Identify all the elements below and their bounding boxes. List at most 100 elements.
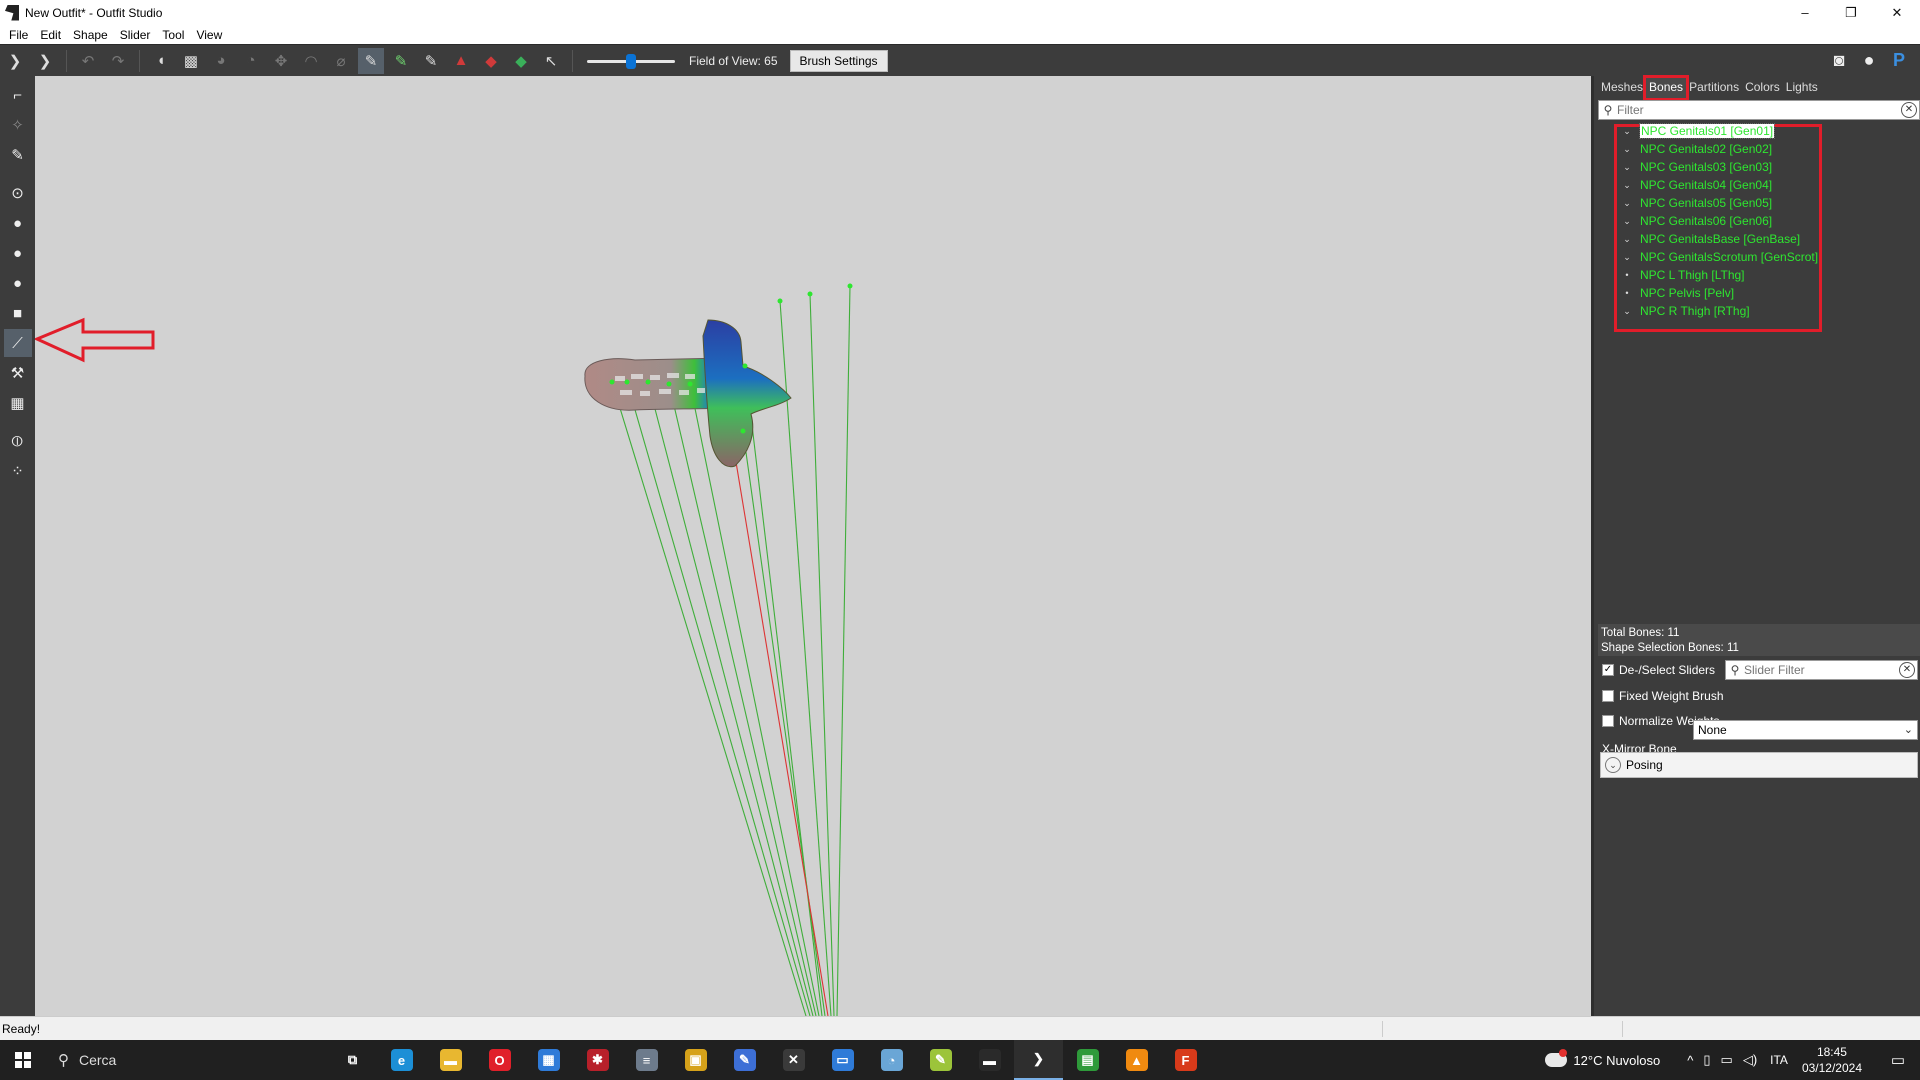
bone-row[interactable]: ⌄ NPC Genitals04 [Gen04] — [1620, 176, 1772, 194]
vlc-taskbar-button[interactable]: ▲ — [1112, 1040, 1161, 1080]
tab-meshes[interactable]: Meshes — [1598, 78, 1646, 98]
3d-viewport[interactable] — [35, 76, 1591, 1016]
bone-expand-icon[interactable]: ⌄ — [1620, 198, 1634, 209]
cube-icon[interactable]: ■ — [4, 299, 32, 327]
undo-icon[interactable]: ↶ — [75, 48, 101, 74]
slider-filter-input[interactable] — [1744, 663, 1899, 677]
pivot-icon[interactable]: ✧ — [4, 111, 32, 139]
language-indicator[interactable]: ITA — [1770, 1053, 1788, 1067]
edge-taskbar-button[interactable]: e — [377, 1040, 426, 1080]
collapse-vertex-icon[interactable]: ▲ — [448, 48, 474, 74]
bone-row[interactable]: ⌄ NPC GenitalsBase [GenBase] — [1620, 230, 1800, 248]
taskbar-search[interactable]: ⚲ Cerca — [46, 1040, 328, 1080]
app-notepad-taskbar-button[interactable]: ≡ — [622, 1040, 671, 1080]
app-green-taskbar-button[interactable]: ▤ — [1063, 1040, 1112, 1080]
transform-icon[interactable]: ⌐ — [4, 81, 32, 109]
menu-file[interactable]: File — [3, 28, 34, 42]
close-button[interactable]: ✕ — [1874, 0, 1920, 25]
vertex-select-icon[interactable]: ⊙ — [4, 179, 32, 207]
bone-row[interactable]: ⌄ NPC GenitalsScrotum [GenScrot] — [1620, 248, 1818, 266]
select-brush-icon[interactable]: ◖ — [148, 48, 174, 74]
task-view-taskbar-button[interactable]: ⧉ — [328, 1040, 377, 1080]
app-yellow-taskbar-button[interactable]: ▣ — [671, 1040, 720, 1080]
tab-lights[interactable]: Lights — [1783, 78, 1821, 98]
bone-expand-icon[interactable]: ⌄ — [1620, 144, 1634, 155]
bone-expand-icon[interactable]: ⌄ — [1620, 306, 1634, 317]
app-f-taskbar-button[interactable]: F — [1161, 1040, 1210, 1080]
bone-expand-icon[interactable]: ⌄ — [1620, 126, 1634, 137]
redo-icon[interactable]: ↷ — [105, 48, 131, 74]
app-blue-taskbar-button[interactable]: ▭ — [818, 1040, 867, 1080]
sphere-large-icon[interactable]: ● — [4, 209, 32, 237]
battery-icon[interactable]: ▯ — [1703, 1052, 1710, 1068]
mask-brush-icon[interactable]: ▩ — [178, 48, 204, 74]
pointer-icon[interactable]: ↖ — [538, 48, 564, 74]
smooth-brush-icon[interactable]: ◠ — [298, 48, 324, 74]
color-brush-icon[interactable]: ✎ — [388, 48, 414, 74]
volume-icon[interactable]: ◁) — [1743, 1052, 1757, 1068]
bodyslide-logo-icon[interactable]: ❯ — [32, 48, 58, 74]
file-explorer-taskbar-button[interactable]: ▬ — [426, 1040, 475, 1080]
alpha-brush-icon[interactable]: ✎ — [418, 48, 444, 74]
mirror-icon[interactable]: ⦶ — [4, 427, 32, 455]
bone-expand-icon[interactable]: ⌄ — [1620, 180, 1634, 191]
bone-expand-icon[interactable]: ⌄ — [1620, 234, 1634, 245]
opera-taskbar-button[interactable]: O — [475, 1040, 524, 1080]
weight-brush-icon[interactable]: ✎ — [358, 47, 384, 74]
weather-widget[interactable]: 12°C Nuvoloso — [1545, 1049, 1660, 1068]
menu-slider[interactable]: Slider — [114, 28, 157, 42]
maximize-button[interactable]: ❐ — [1828, 0, 1874, 25]
fixed-weight-brush-checkbox[interactable] — [1602, 690, 1614, 702]
clear-slider-filter-icon[interactable]: ✕ — [1899, 662, 1915, 678]
bone-row[interactable]: ⌄ NPC Genitals03 [Gen03] — [1620, 158, 1772, 176]
app-xedit-taskbar-button[interactable]: ✕ — [769, 1040, 818, 1080]
deflate-brush-icon[interactable]: ◔ — [238, 48, 264, 74]
app-notepadpp-taskbar-button[interactable]: ✎ — [916, 1040, 965, 1080]
menu-tool[interactable]: Tool — [156, 28, 190, 42]
store-taskbar-button[interactable]: ▦ — [524, 1040, 573, 1080]
weight-icon[interactable]: ⚒ — [4, 359, 32, 387]
menu-edit[interactable]: Edit — [34, 28, 67, 42]
app-feather-taskbar-button[interactable]: ✎ — [720, 1040, 769, 1080]
wireframe-grid-icon[interactable]: ▦ — [4, 389, 32, 417]
github-icon[interactable]: ● — [1856, 47, 1882, 73]
fov-slider-thumb[interactable] — [626, 53, 636, 69]
normalize-weights-checkbox[interactable] — [1602, 715, 1614, 727]
expand-chevron-icon[interactable]: ⌄ — [1605, 757, 1621, 773]
connect-icon[interactable]: ⁘ — [4, 457, 32, 485]
outfit-studio-logo-icon[interactable]: ❯ — [2, 48, 28, 74]
split-edge-icon[interactable]: ◆ — [508, 48, 534, 74]
bone-expand-icon[interactable]: ⌄ — [1620, 252, 1634, 263]
tab-partitions[interactable]: Partitions — [1686, 78, 1742, 98]
notifications-icon[interactable]: ▭ — [1876, 1051, 1920, 1069]
clock[interactable]: 18:45 03/12/2024 — [1802, 1044, 1862, 1076]
inflate-brush-icon[interactable]: ◕ — [208, 48, 234, 74]
xmirror-bone-select[interactable]: None ⌄ — [1693, 720, 1918, 740]
deselect-sliders-checkbox[interactable]: ✓ — [1602, 664, 1614, 676]
sphere-medium-icon[interactable]: ● — [4, 239, 32, 267]
clear-filter-icon[interactable]: ✕ — [1901, 102, 1917, 118]
minimize-button[interactable]: – — [1782, 0, 1828, 25]
app-paint-taskbar-button[interactable]: ◔ — [867, 1040, 916, 1080]
bone-expand-icon[interactable]: ⌄ — [1620, 162, 1634, 173]
bone-row[interactable]: ⌄ NPC Genitals02 [Gen02] — [1620, 140, 1772, 158]
bones-icon[interactable]: ⟋ — [3, 329, 32, 357]
fixed-weight-brush-option[interactable]: Fixed Weight Brush — [1602, 689, 1724, 703]
bone-expand-icon[interactable]: ⌄ — [1620, 216, 1634, 227]
field-of-view-slider[interactable] — [587, 50, 675, 72]
deselect-sliders-option[interactable]: ✓ De-/Select Sliders — [1602, 663, 1715, 677]
flip-edge-icon[interactable]: ◆ — [478, 48, 504, 74]
tab-bones[interactable]: Bones — [1643, 75, 1690, 101]
app-red-taskbar-button[interactable]: ✱ — [573, 1040, 622, 1080]
bone-filter-input[interactable] — [1617, 103, 1901, 117]
bone-row[interactable]: • NPC Pelvis [Pelv] — [1620, 284, 1734, 302]
move-brush-icon[interactable]: ✥ — [268, 48, 294, 74]
tab-colors[interactable]: Colors — [1742, 78, 1783, 98]
bone-row[interactable]: ⌄ NPC Genitals06 [Gen06] — [1620, 212, 1772, 230]
bone-row[interactable]: ⌄ NPC Genitals05 [Gen05] — [1620, 194, 1772, 212]
posing-section[interactable]: ⌄ Posing — [1600, 752, 1918, 778]
bone-row[interactable]: ⌄ NPC R Thigh [RThg] — [1620, 302, 1749, 320]
undiff-brush-icon[interactable]: ⌀ — [328, 48, 354, 74]
menu-view[interactable]: View — [190, 28, 228, 42]
menu-shape[interactable]: Shape — [67, 28, 114, 42]
